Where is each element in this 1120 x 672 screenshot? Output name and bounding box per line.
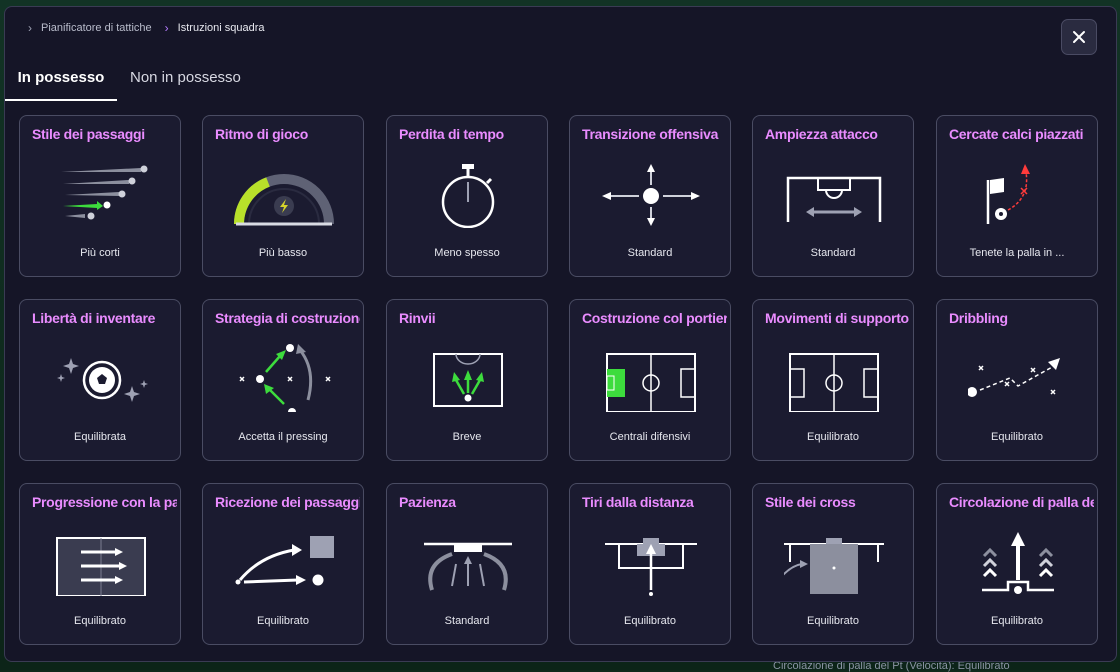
instruction-card-progression[interactable]: Progressione con la palla Equilibrato [19, 483, 181, 645]
breadcrumb-item-tactics-planner[interactable]: Pianificatore di tattiche [41, 22, 152, 34]
card-title: Libertà di inventare [32, 310, 156, 326]
card-value: Standard [444, 615, 490, 627]
card-title: Perdita di tempo [399, 126, 504, 142]
instructions-grid: Stile dei passaggi Più corti Ritmo di gi… [19, 115, 1099, 649]
card-title: Pazienza [399, 494, 456, 510]
build-up-icon [239, 344, 331, 412]
card-title: Strategia di costruzione [215, 310, 360, 326]
chevron-right-icon: › [28, 21, 32, 35]
instruction-card-patience[interactable]: Pazienza Standard [386, 483, 548, 645]
card-value: Equilibrato [624, 615, 676, 627]
card-value: Equilibrato [257, 615, 309, 627]
card-title: Costruzione col portiere [582, 310, 727, 326]
card-value: Centrali difensivi [609, 431, 691, 443]
card-title: Ricezione dei passaggi [215, 494, 360, 510]
instruction-card-passing-style[interactable]: Stile dei passaggi Più corti [19, 115, 181, 277]
long-shots-icon [605, 538, 697, 596]
team-instructions-modal: › Pianificatore di tattiche › Istruzioni… [4, 6, 1117, 662]
card-title: Movimenti di supporto [765, 310, 909, 326]
card-value: Equilibrato [807, 615, 859, 627]
instruction-card-attacking-width[interactable]: Ampiezza attacco Standard [752, 115, 914, 277]
patience-icon [424, 542, 512, 591]
card-title: Ritmo di gioco [215, 126, 309, 142]
card-title: Ampiezza attacco [765, 126, 878, 142]
tab-in-possession[interactable]: In possesso [5, 63, 117, 101]
card-title: Progressione con la palla [32, 494, 177, 510]
attack-width-icon [786, 176, 882, 222]
card-value: Accetta il pressing [238, 431, 328, 443]
card-title: Cercate calci piazzati [949, 126, 1084, 142]
instruction-card-build-up-strategy[interactable]: Strategia di costruzione Accetta il pres… [202, 299, 364, 461]
close-button[interactable] [1061, 19, 1097, 55]
card-title: Stile dei cross [765, 494, 856, 510]
instruction-card-set-pieces[interactable]: Cercate calci piazzati Tenete la palla i… [936, 115, 1098, 277]
goal-kick-icon [433, 353, 503, 407]
short-passes-icon [61, 165, 148, 220]
card-value: Più basso [258, 247, 308, 259]
card-title: Circolazione di palla del Pt [949, 494, 1094, 510]
card-value: Equilibrato [74, 615, 126, 627]
instruction-card-goal-kicks[interactable]: Rinvii Breve [386, 299, 548, 461]
card-value: Equilibrata [74, 431, 126, 443]
keeper-circulation-icon [982, 532, 1054, 594]
crossing-icon [784, 538, 884, 594]
card-value: Tenete la palla in ... [969, 247, 1065, 259]
supporting-runs-icon [789, 353, 879, 412]
instruction-card-attacking-transition[interactable]: Transizione offensiva Standard [569, 115, 731, 277]
breadcrumb-item-team-instructions: Istruzioni squadra [177, 22, 265, 34]
card-title: Stile dei passaggi [32, 126, 145, 142]
card-value: Equilibrato [807, 431, 859, 443]
chevron-right-icon: › [164, 21, 169, 35]
card-value: Equilibrato [991, 431, 1043, 443]
keeper-distribution-icon [606, 353, 696, 412]
creative-ball-icon [57, 358, 148, 402]
card-title: Transizione offensiva [582, 126, 719, 142]
dribbling-icon [968, 358, 1060, 397]
instruction-card-dribbling[interactable]: Dribbling Equilibrato [936, 299, 1098, 461]
progression-icon [56, 537, 146, 596]
transition-arrows-icon [602, 164, 700, 226]
instruction-card-pass-reception[interactable]: Ricezione dei passaggi Equilibrato [202, 483, 364, 645]
instruction-card-keeper-build-up[interactable]: Costruzione col portiere Centrali difens… [569, 299, 731, 461]
card-title: Rinvii [399, 310, 436, 326]
card-title: Dribbling [949, 310, 1008, 326]
close-icon [1073, 31, 1085, 43]
breadcrumb: › Pianificatore di tattiche › Istruzioni… [25, 21, 275, 35]
card-value: Standard [810, 247, 856, 259]
card-value: Standard [627, 247, 673, 259]
instruction-card-supporting-runs[interactable]: Movimenti di supporto Equilibrato [752, 299, 914, 461]
card-value: Più corti [80, 247, 120, 259]
instruction-card-tempo[interactable]: Ritmo di gioco Più basso [202, 115, 364, 277]
tempo-gauge-icon [234, 174, 334, 226]
card-value: Meno spesso [434, 247, 500, 259]
card-value: Breve [452, 431, 482, 443]
instruction-card-creative-freedom[interactable]: Libertà di inventare Equilibrata [19, 299, 181, 461]
card-value: Equilibrato [991, 615, 1043, 627]
instruction-card-time-wasting[interactable]: Perdita di tempo Meno spesso [386, 115, 548, 277]
pass-reception-icon [235, 536, 334, 586]
stopwatch-icon [441, 164, 495, 228]
instruction-card-long-shots[interactable]: Tiri dalla distanza Equilibrato [569, 483, 731, 645]
tab-bar: In possesso Non in possesso [5, 63, 305, 101]
instruction-card-keeper-circulation[interactable]: Circolazione di palla del Pt Equilibrato [936, 483, 1098, 645]
card-title: Tiri dalla distanza [582, 494, 694, 510]
set-piece-flag-icon [986, 164, 1030, 224]
tab-out-of-possession[interactable]: Non in possesso [130, 63, 241, 101]
instruction-card-crossing-style[interactable]: Stile dei cross Equilibrato [752, 483, 914, 645]
